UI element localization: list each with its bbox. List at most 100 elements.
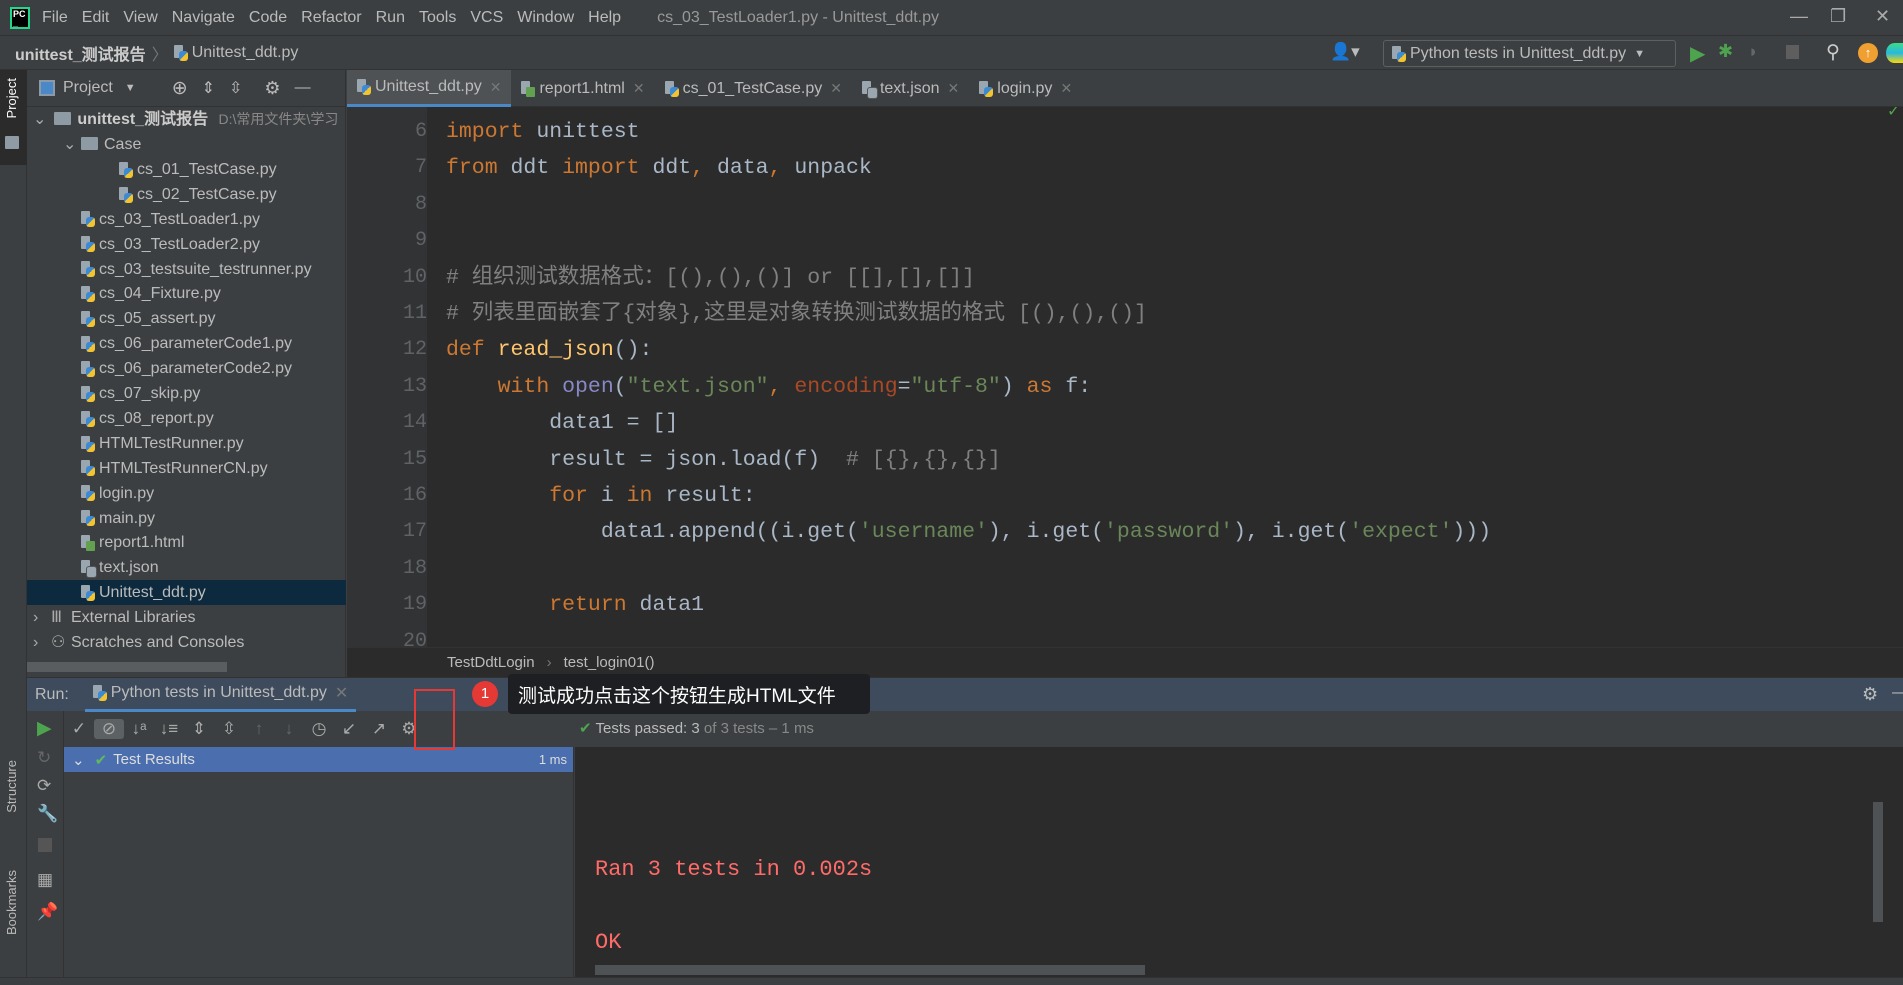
tree-item[interactable]: cs_08_report.py [63,406,214,431]
tree-item[interactable]: cs_04_Fixture.py [63,281,221,306]
breadcrumb-method[interactable]: test_login01() [564,654,655,671]
tree-item[interactable]: ⌄ Case [63,132,141,157]
debug-icon[interactable]: ✱ [1718,41,1733,62]
run-tab[interactable]: Python tests in Unittest_ddt.py ✕ [84,678,357,712]
tree-item[interactable]: › ⚇ Scratches and Consoles [33,630,244,655]
previous-icon[interactable]: ↑ [244,719,274,739]
collapse-all-icon[interactable]: ⇳ [229,78,242,98]
tab-cs_01_testcase-py[interactable]: cs_01_TestCase.py ✕ [655,70,852,107]
tree-item[interactable]: main.py [63,506,155,531]
show-ignored-icon[interactable]: ⊘ [94,719,124,739]
close-button[interactable]: ✕ [1875,6,1890,27]
breadcrumb-class[interactable]: TestDdtLogin [447,654,535,671]
project-tool-button[interactable]: Project [0,70,27,165]
collapse-all-icon[interactable]: ⇳ [214,719,244,739]
tree-item[interactable]: › Ⅲ External Libraries [33,605,196,630]
run-config-select[interactable]: Python tests in Unittest_ddt.py ▼ [1383,40,1676,67]
inspection-ok-icon[interactable]: ✓ [1887,107,1900,121]
tree-item[interactable]: cs_03_TestLoader1.py [63,207,260,232]
tree-item[interactable]: cs_03_TestLoader2.py [63,232,260,257]
chevron-down-icon[interactable]: ▼ [125,82,136,94]
gear-icon[interactable]: ⚙ [1862,684,1878,705]
toggle-auto-test-icon[interactable]: ⟳ [27,768,63,796]
tree-item[interactable]: cs_02_TestCase.py [119,182,277,207]
history-icon[interactable]: ◷ [304,719,334,739]
show-passed-icon[interactable]: ✓ [64,719,94,739]
expand-all-icon[interactable]: ⇕ [202,78,215,98]
tree-item[interactable]: cs_01_TestCase.py [119,157,277,182]
menu-vcs[interactable]: VCS [470,9,503,26]
tab-unittest_ddt-py[interactable]: Unittest_ddt.py ✕ [347,70,512,107]
maximize-button[interactable]: ❐ [1830,6,1846,27]
next-icon[interactable]: ↓ [274,719,304,739]
structure-tool-button[interactable]: Structure [4,760,19,813]
sort-duration-icon[interactable]: ↓≡ [154,719,184,739]
project-view-select[interactable]: Project [63,79,113,97]
import-tests-icon[interactable]: ↙ [334,719,364,739]
bookmarks-tool-button[interactable]: Bookmarks [4,870,19,935]
gear-icon[interactable]: ⚙ [264,78,280,99]
tree-item[interactable]: cs_06_parameterCode2.py [63,356,292,381]
tab-text-json[interactable]: text.json ✕ [852,70,969,107]
ide-logo-icon[interactable] [1886,43,1903,63]
close-icon[interactable]: ✕ [1060,80,1072,97]
user-icon[interactable]: 👤▾ [1330,42,1360,62]
tree-item[interactable]: cs_07_skip.py [63,381,200,406]
tree-item[interactable]: Unittest_ddt.py [27,580,346,606]
close-icon[interactable]: ✕ [633,80,645,97]
minimize-button[interactable]: — [1790,6,1808,27]
close-icon[interactable]: ✕ [490,79,502,96]
vertical-scrollbar[interactable] [1873,802,1883,922]
horizontal-scrollbar[interactable] [595,965,1145,975]
menu-run[interactable]: Run [376,9,405,26]
code-editor[interactable]: 6 7 8 9 10 11 12 13 14 15 16 17 18 19 20 import unitte… [347,107,1903,647]
pin-icon[interactable]: 📌 [27,890,63,922]
menu-navigate[interactable]: Navigate [172,9,235,26]
layout-icon[interactable]: ▦ [27,852,63,890]
tab-login-py[interactable]: login.py ✕ [969,70,1082,107]
locate-icon[interactable]: ⊕ [172,77,188,100]
coverage-icon[interactable]: ◗ [1748,42,1758,62]
update-icon[interactable]: ↑ [1858,43,1878,63]
tab-report1-html[interactable]: report1.html ✕ [511,70,654,107]
menu-code[interactable]: Code [249,9,287,26]
run-label: Run: [35,685,69,703]
menu-help[interactable]: Help [588,9,621,26]
tree-item[interactable]: HTMLTestRunnerCN.py [63,456,268,481]
test-results-row[interactable]: ⌄ ✔ Test Results 1 ms [64,747,573,772]
close-icon[interactable]: ✕ [830,80,842,97]
console-output[interactable]: Ran 3 tests in 0.002s OK [575,747,1903,977]
search-icon[interactable]: ⚲ [1826,41,1840,64]
close-icon[interactable]: ✕ [335,683,348,703]
tree-item[interactable]: text.json [63,555,159,580]
stop-icon[interactable] [38,838,52,852]
stop-icon[interactable] [1786,45,1799,59]
tree-item[interactable]: cs_03_testsuite_testrunner.py [63,257,312,282]
close-icon[interactable]: ✕ [948,80,960,97]
chevron-down-icon[interactable]: ⌄ [72,751,85,769]
wrench-icon[interactable]: 🔧 [27,796,63,824]
menu-file[interactable]: File [42,9,68,26]
horizontal-scrollbar[interactable] [27,662,227,672]
menu-tools[interactable]: Tools [419,9,456,26]
breadcrumb-file[interactable]: Unittest_ddt.py [192,44,299,62]
expand-all-icon[interactable]: ⇕ [184,719,214,739]
menu-window[interactable]: Window [517,9,574,26]
breadcrumb-project[interactable]: unittest_测试报告 [15,41,146,65]
hide-icon[interactable]: — [1892,684,1903,702]
tree-item[interactable]: cs_05_assert.py [63,306,216,331]
menu-edit[interactable]: Edit [82,9,110,26]
run-icon[interactable]: ▶ [1690,41,1705,66]
export-test-results-icon[interactable]: ↗ [364,719,394,739]
tree-item[interactable]: cs_06_parameterCode1.py [63,331,292,356]
code-token: for [549,484,588,508]
sort-alpha-icon[interactable]: ↓ᵃ [124,719,154,739]
tree-item[interactable]: HTMLTestRunner.py [63,431,244,456]
tree-root[interactable]: ⌄ unittest_测试报告 D:\常用文件夹\学习 [33,107,338,132]
tree-item[interactable]: report1.html [63,530,184,555]
line-number-gutter: 6 7 8 9 10 11 12 13 14 15 16 17 18 19 20 [347,107,427,647]
menu-refactor[interactable]: Refactor [301,9,361,26]
tree-item[interactable]: login.py [63,481,154,506]
menu-view[interactable]: View [123,9,157,26]
hide-icon[interactable]: — [295,79,311,97]
